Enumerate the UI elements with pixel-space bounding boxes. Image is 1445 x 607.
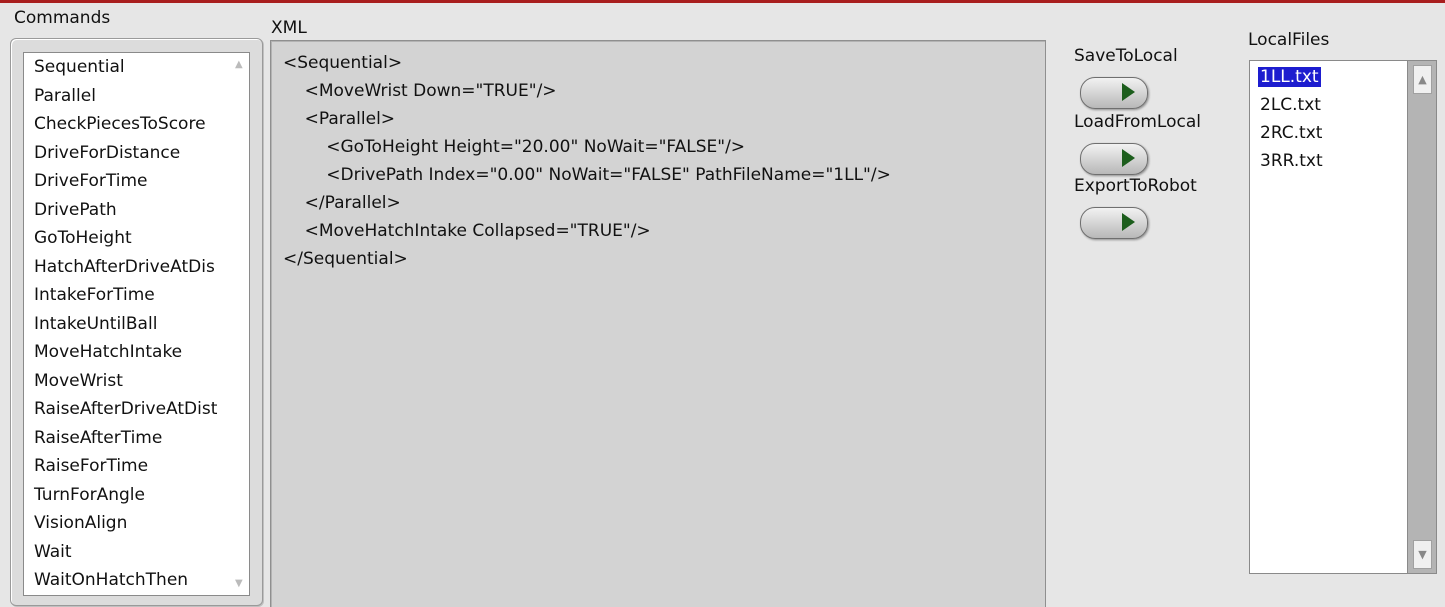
play-icon: [1122, 83, 1135, 101]
command-item[interactable]: DrivePath: [24, 196, 232, 225]
command-item[interactable]: Sequential: [24, 53, 232, 82]
commands-listbox[interactable]: Sequential Parallel CheckPiecesToScore D…: [23, 52, 233, 596]
command-item[interactable]: RaiseForTime: [24, 452, 232, 481]
local-file-item-selected[interactable]: 1LL.txt: [1258, 67, 1321, 87]
commands-label: Commands: [14, 8, 111, 28]
local-file-item[interactable]: 2LC.txt: [1258, 95, 1323, 115]
local-files-scrollbar[interactable]: ▲ ▼: [1407, 60, 1437, 574]
command-item[interactable]: TurnForAngle: [24, 481, 232, 510]
command-item[interactable]: Wait: [24, 538, 232, 567]
command-item[interactable]: RaiseAfterDriveAtDist: [24, 395, 232, 424]
command-item[interactable]: GoToHeight: [24, 224, 232, 253]
command-item[interactable]: RaiseAfterTime: [24, 424, 232, 453]
xml-label: XML: [271, 18, 307, 38]
command-item[interactable]: CheckPiecesToScore: [24, 110, 232, 139]
window-top-accent: [0, 0, 1445, 3]
xml-line: </Parallel>: [283, 193, 401, 213]
save-to-local-label: SaveToLocal: [1074, 46, 1178, 66]
local-files-listbox[interactable]: 1LL.txt 2LC.txt 2RC.txt 3RR.txt: [1249, 60, 1411, 574]
command-item[interactable]: VisionAlign: [24, 509, 232, 538]
export-to-robot-button[interactable]: [1080, 207, 1148, 239]
scroll-up-icon[interactable]: ▲: [1413, 65, 1432, 94]
scroll-up-icon[interactable]: ▲: [235, 59, 243, 70]
export-to-robot-label: ExportToRobot: [1074, 176, 1197, 196]
xml-text-area[interactable]: <Sequential> <MoveWrist Down="TRUE"/> <P…: [270, 40, 1046, 607]
local-files-label: LocalFiles: [1248, 30, 1330, 50]
command-item[interactable]: DriveForTime: [24, 167, 232, 196]
xml-line: <DrivePath Index="0.00" NoWait="FALSE" P…: [283, 165, 891, 185]
scroll-down-icon[interactable]: ▼: [1413, 540, 1432, 569]
play-icon: [1122, 213, 1135, 231]
xml-line: <Sequential>: [283, 53, 403, 73]
scroll-down-icon[interactable]: ▼: [235, 578, 243, 589]
commands-scrollbar[interactable]: ▲ ▼: [231, 52, 250, 596]
xml-line: <MoveWrist Down="TRUE"/>: [283, 81, 557, 101]
xml-line: <Parallel>: [283, 109, 396, 129]
load-from-local-button[interactable]: [1080, 143, 1148, 175]
local-file-item[interactable]: 3RR.txt: [1258, 151, 1325, 171]
play-icon: [1122, 149, 1135, 167]
command-item[interactable]: WaitOnHatchThen: [24, 566, 232, 595]
xml-line: <MoveHatchIntake Collapsed="TRUE"/>: [283, 221, 651, 241]
local-file-item[interactable]: 2RC.txt: [1258, 123, 1324, 143]
command-item[interactable]: IntakeUntilBall: [24, 310, 232, 339]
command-item[interactable]: DriveForDistance: [24, 139, 232, 168]
command-item[interactable]: MoveWrist: [24, 367, 232, 396]
load-from-local-label: LoadFromLocal: [1074, 112, 1201, 132]
save-to-local-button[interactable]: [1080, 77, 1148, 109]
xml-line: </Sequential>: [283, 249, 408, 269]
command-item[interactable]: HatchAfterDriveAtDis: [24, 253, 232, 282]
command-item[interactable]: IntakeForTime: [24, 281, 232, 310]
xml-line: <GoToHeight Height="20.00" NoWait="FALSE…: [283, 137, 746, 157]
command-item[interactable]: Parallel: [24, 82, 232, 111]
command-item[interactable]: MoveHatchIntake: [24, 338, 232, 367]
